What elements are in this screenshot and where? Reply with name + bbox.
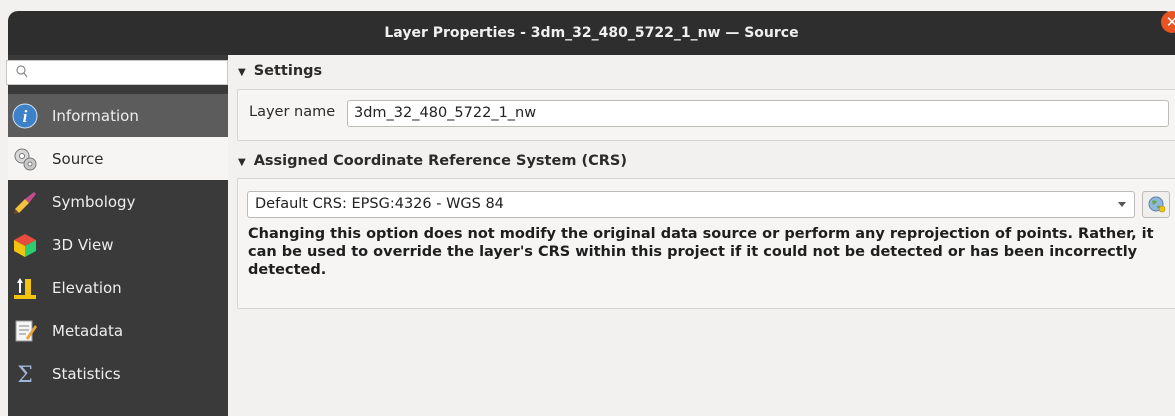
- sidebar-item-label: Statistics: [52, 364, 121, 383]
- sidebar-item-label: 3D View: [52, 235, 114, 254]
- 3d-view-icon: [14, 233, 36, 257]
- source-icon: [14, 148, 37, 170]
- window-title: Layer Properties - 3dm_32_480_5722_1_nw …: [384, 25, 799, 41]
- sidebar-item-label: Elevation: [52, 278, 122, 297]
- sidebar-item-3d-view[interactable]: 3D View: [8, 223, 228, 266]
- svg-text:Σ: Σ: [17, 363, 33, 387]
- layer-name-input[interactable]: 3dm_32_480_5722_1_nw: [347, 100, 1169, 127]
- sidebar-item-label: Information: [52, 106, 139, 125]
- layer-name-label: Layer name: [249, 104, 336, 120]
- crs-warning-text: Changing this option does not modify the…: [248, 226, 1154, 278]
- search-input[interactable]: [6, 60, 228, 85]
- crs-section-header[interactable]: ▼ Assigned Coordinate Reference System (C…: [238, 153, 627, 169]
- sidebar-item-label: Source: [52, 149, 104, 168]
- elevation-icon: [14, 277, 36, 299]
- sidebar-item-elevation[interactable]: Elevation: [8, 266, 228, 309]
- sidebar-item-information[interactable]: i Information: [8, 94, 228, 137]
- globe-icon: [1148, 196, 1166, 213]
- window-titlebar: Layer Properties - 3dm_32_480_5722_1_nw …: [8, 11, 1175, 55]
- crs-select[interactable]: Default CRS: EPSG:4326 - WGS 84: [247, 191, 1135, 218]
- sidebar-item-symbology[interactable]: Symbology: [8, 180, 228, 223]
- metadata-icon: [15, 320, 37, 341]
- collapse-arrow-icon: ▼: [238, 67, 246, 78]
- svg-text:i: i: [23, 107, 28, 126]
- sidebar-item-label: Metadata: [52, 321, 124, 340]
- crs-select-value: Default CRS: EPSG:4326 - WGS 84: [255, 196, 504, 212]
- search-icon: [16, 65, 28, 78]
- statistics-icon: Σ: [17, 363, 33, 387]
- sidebar-item-label: Symbology: [52, 192, 136, 211]
- settings-section-title: Settings: [253, 63, 323, 79]
- sidebar-item-metadata[interactable]: Metadata: [8, 309, 228, 352]
- info-icon: i: [12, 103, 38, 128]
- collapse-arrow-icon: ▼: [238, 157, 246, 168]
- chevron-down-icon: [1118, 202, 1126, 207]
- crs-section-title: Assigned Coordinate Reference System (CR…: [253, 153, 627, 169]
- select-crs-button[interactable]: [1142, 191, 1170, 218]
- sidebar-item-source[interactable]: Source: [8, 137, 228, 180]
- settings-section-header[interactable]: ▼ Settings: [238, 63, 322, 79]
- symbology-icon: [14, 191, 36, 214]
- sidebar-item-statistics[interactable]: Σ Statistics: [8, 352, 228, 395]
